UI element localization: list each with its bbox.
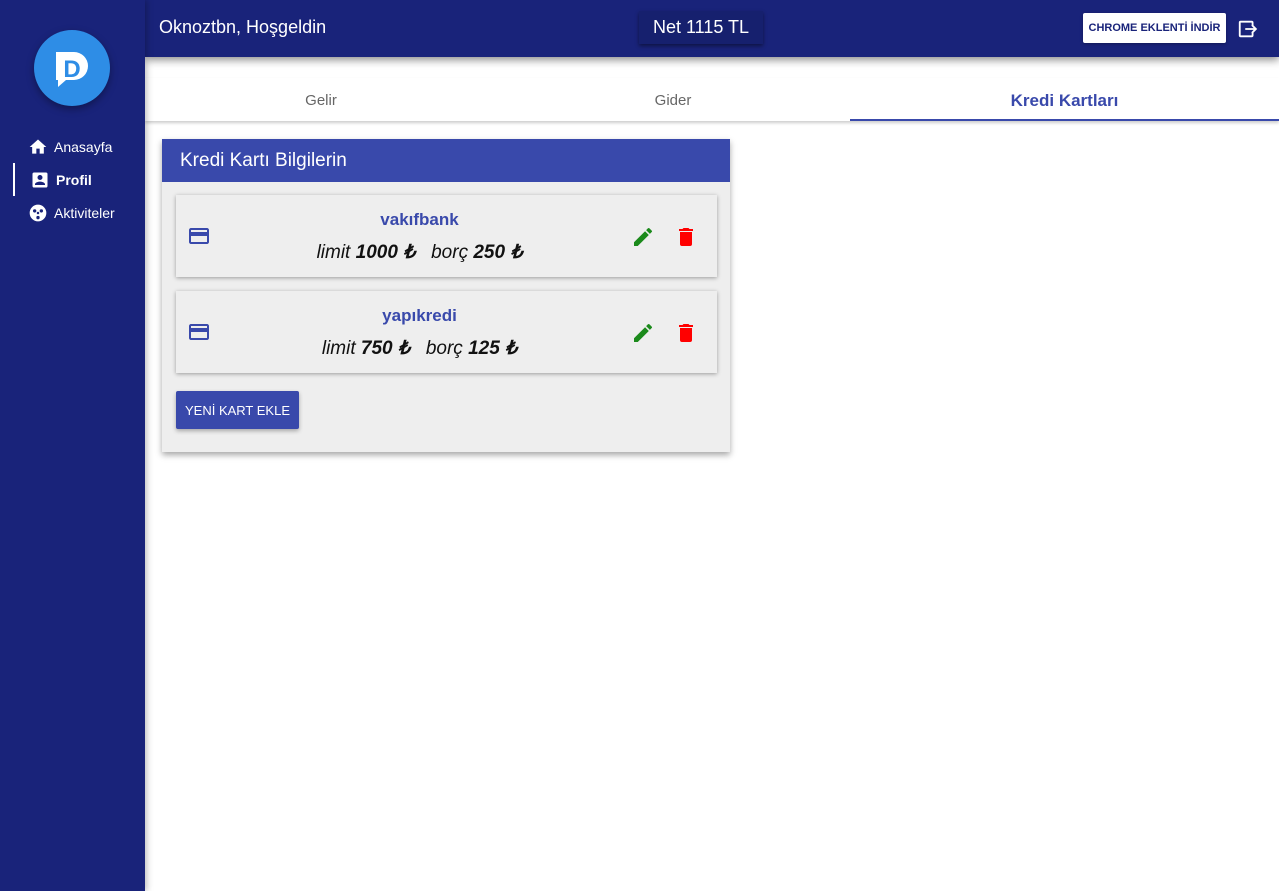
limit-value: 1000 ₺ bbox=[355, 242, 416, 263]
debt-label: borç bbox=[431, 242, 469, 263]
debt-value: 125 ₺ bbox=[468, 338, 518, 359]
limit-value: 750 ₺ bbox=[360, 338, 410, 359]
chrome-extension-download-button[interactable]: CHROME EKLENTİ İNDİR bbox=[1083, 13, 1226, 43]
logout-icon[interactable] bbox=[1237, 18, 1259, 40]
tab-bar: Gelir Gider Kredi Kartları bbox=[145, 78, 1279, 121]
add-card-button[interactable]: YENİ KART EKLE bbox=[176, 391, 299, 429]
card-bank-name: vakıfbank bbox=[380, 210, 459, 229]
greeting-text: Oknoztbn, Hoşgeldin bbox=[159, 17, 327, 37]
credit-card-panel: Kredi Kartı Bilgilerin vakıfbank limit 1… bbox=[162, 139, 730, 452]
list-item: vakıfbank limit 1000 ₺ borç 250 ₺ bbox=[176, 195, 717, 277]
card-bank-name: yapıkredi bbox=[382, 306, 457, 325]
tab-kredi-kartlari[interactable]: Kredi Kartları bbox=[850, 78, 1279, 121]
edit-pencil-icon[interactable] bbox=[631, 321, 655, 345]
card-values: limit 1000 ₺ borç 250 ₺ bbox=[176, 241, 663, 264]
panel-title: Kredi Kartı Bilgilerin bbox=[162, 139, 730, 182]
edit-pencil-icon[interactable] bbox=[631, 225, 655, 249]
sidebar: D Anasayfa Profil Aktiviteler bbox=[0, 0, 145, 891]
tab-gider[interactable]: Gider bbox=[497, 78, 849, 121]
tab-gelir[interactable]: Gelir bbox=[145, 78, 497, 121]
limit-label: limit bbox=[321, 338, 356, 359]
delete-trash-icon[interactable] bbox=[674, 225, 698, 249]
activities-icon bbox=[29, 204, 47, 221]
debt-label: borç bbox=[425, 338, 463, 359]
delete-trash-icon[interactable] bbox=[674, 321, 698, 345]
sidebar-item-profil[interactable]: Profil bbox=[0, 163, 145, 196]
sidebar-item-label: Aktiviteler bbox=[54, 204, 115, 221]
sidebar-item-aktiviteler[interactable]: Aktiviteler bbox=[0, 196, 145, 229]
card-values: limit 750 ₺ borç 125 ₺ bbox=[176, 337, 663, 360]
net-balance-badge: Net 1115 TL bbox=[639, 11, 764, 44]
home-icon bbox=[29, 139, 47, 154]
account-box-icon bbox=[32, 172, 48, 187]
svg-text:D: D bbox=[63, 56, 80, 83]
sidebar-item-label: Profil bbox=[56, 171, 92, 188]
sidebar-item-anasayfa[interactable]: Anasayfa bbox=[0, 130, 145, 163]
list-item: yapıkredi limit 750 ₺ borç 125 ₺ bbox=[176, 291, 717, 373]
logo-icon: D bbox=[56, 52, 88, 87]
sidebar-nav: Anasayfa Profil Aktiviteler bbox=[0, 130, 145, 229]
active-tab-indicator bbox=[850, 119, 1279, 121]
sidebar-item-label: Anasayfa bbox=[54, 138, 113, 155]
app-logo[interactable]: D bbox=[34, 30, 110, 106]
debt-value: 250 ₺ bbox=[473, 242, 523, 263]
top-bar: Oknoztbn, Hoşgeldin Net 1115 TL CHROME E… bbox=[145, 0, 1279, 57]
limit-label: limit bbox=[316, 242, 351, 263]
